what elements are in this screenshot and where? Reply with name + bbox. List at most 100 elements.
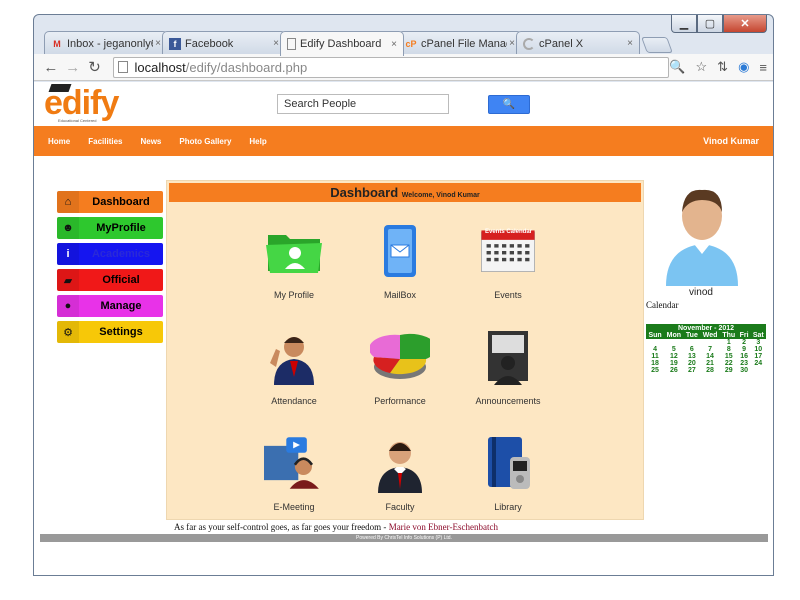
search-input[interactable]: Search People: [277, 94, 449, 114]
menu-item-photo-gallery[interactable]: Photo Gallery: [179, 137, 231, 146]
calendar-day[interactable]: 18: [646, 360, 664, 367]
calendar-week: 11 12 13 14 15 16 17: [646, 353, 766, 360]
browser-toolbar: ← → ↻ localhost/edify/dashboard.php 🔍 ☆ …: [34, 54, 773, 81]
tile-events[interactable]: Events Calendar Events: [463, 221, 553, 300]
tab-close-icon[interactable]: ×: [391, 39, 397, 50]
quote-text: As far as your self-control goes, as far…: [174, 522, 389, 532]
edify-logo[interactable]: edify Educational Centered: [44, 84, 119, 123]
calendar-day[interactable]: 22: [720, 360, 738, 367]
library-icon: [488, 437, 530, 489]
sidebar-item-manage[interactable]: ● Manage: [57, 295, 163, 317]
tile-performance[interactable]: Performance: [355, 327, 445, 406]
events-calendar-sublabel: Events Calendar: [485, 229, 533, 235]
menu-item-home[interactable]: Home: [48, 137, 70, 146]
calendar-day[interactable]: 27: [684, 367, 701, 374]
calendar-day[interactable]: 21: [700, 360, 720, 367]
tab-facebook[interactable]: f Facebook ×: [162, 31, 286, 55]
sidebar-item-settings[interactable]: ⚙ Settings: [57, 321, 163, 343]
minimize-icon[interactable]: ▁: [671, 15, 697, 33]
close-window-icon[interactable]: ✕: [723, 15, 767, 33]
main-menu: Home Facilities News Photo Gallery Help …: [34, 126, 773, 156]
sidebar-item-label: Settings: [99, 326, 143, 338]
tile-library[interactable]: Library: [463, 433, 553, 512]
sync-icon[interactable]: ◉: [738, 59, 749, 75]
calendar-day[interactable]: 4: [646, 346, 664, 353]
calendar-month[interactable]: November - 2012: [646, 324, 766, 332]
calendar-day[interactable]: 1: [720, 339, 738, 346]
calendar-day[interactable]: 3: [751, 339, 766, 346]
calendar-day[interactable]: 2: [738, 339, 751, 346]
e-meeting-icon: [264, 437, 319, 489]
calendar-day[interactable]: [646, 339, 664, 346]
quote-author: Marie von Ebner-Eschenbatch: [388, 522, 498, 532]
tab-close-icon[interactable]: ×: [509, 38, 515, 49]
tab-cpanel-file-manager[interactable]: cP cPanel File Manag ×: [398, 31, 522, 55]
menu-item-news[interactable]: News: [140, 137, 161, 146]
menu-icon[interactable]: ≡: [759, 60, 767, 75]
tile-attendance[interactable]: Attendance: [249, 327, 339, 406]
sidebar-item-academics[interactable]: i Academics: [57, 243, 163, 265]
calendar-day[interactable]: 20: [684, 360, 701, 367]
maximize-icon[interactable]: ▢: [697, 15, 723, 33]
calendar-day[interactable]: 13: [684, 353, 701, 360]
calendar-day[interactable]: 5: [664, 346, 683, 353]
zoom-icon[interactable]: 🔍: [669, 59, 685, 75]
menu-item-help[interactable]: Help: [249, 137, 266, 146]
calendar-day[interactable]: 30: [738, 367, 751, 374]
forward-icon[interactable]: →: [62, 59, 84, 76]
calendar-day[interactable]: 6: [684, 346, 701, 353]
calendar-day[interactable]: 29: [720, 367, 738, 374]
profile-name: vinod: [689, 287, 713, 298]
calendar-day[interactable]: [684, 339, 701, 346]
calendar-day[interactable]: 17: [751, 353, 766, 360]
weekday: Thu: [719, 332, 738, 339]
tile-my-profile[interactable]: My Profile: [249, 221, 339, 300]
calendar-day[interactable]: 8: [720, 346, 738, 353]
calendar-day[interactable]: 19: [664, 360, 683, 367]
bookmark-star-icon[interactable]: ☆: [696, 59, 708, 75]
sidebar-item-dashboard[interactable]: ⌂ Dashboard: [57, 191, 163, 213]
sidebar-item-official[interactable]: ▰ Official: [57, 269, 163, 291]
tab-title: cPanel X: [539, 37, 584, 50]
tab-title: Inbox - jeganonly6: [67, 37, 154, 50]
tile-announcements[interactable]: Announcements: [463, 327, 553, 406]
search-button[interactable]: 🔍: [488, 95, 530, 114]
tile-e-meeting[interactable]: E-Meeting: [249, 433, 339, 512]
tab-inbox[interactable]: M Inbox - jeganonly6 ×: [44, 31, 168, 55]
calendar-day[interactable]: 12: [664, 353, 683, 360]
address-bar[interactable]: localhost/edify/dashboard.php: [113, 56, 670, 78]
menu-item-facilities[interactable]: Facilities: [88, 137, 122, 146]
calendar-day[interactable]: 10: [751, 346, 766, 353]
tab-close-icon[interactable]: ×: [155, 38, 161, 49]
calendar-day[interactable]: 25: [646, 367, 664, 374]
back-icon[interactable]: ←: [40, 59, 62, 76]
calendar-day[interactable]: [751, 367, 766, 374]
tab-edify-dashboard[interactable]: Edify Dashboard ×: [280, 31, 404, 56]
reload-icon[interactable]: ↻: [84, 58, 106, 76]
calendar-day[interactable]: [700, 339, 720, 346]
calendar-day[interactable]: 23: [738, 360, 751, 367]
tab-cpanel-x[interactable]: cPanel X ×: [516, 31, 640, 55]
calendar-day[interactable]: 14: [700, 353, 720, 360]
cpanel-icon: cP: [405, 38, 417, 49]
calendar-day[interactable]: [664, 339, 683, 346]
sidebar-item-myprofile[interactable]: ☻ MyProfile: [57, 217, 163, 239]
tab-close-icon[interactable]: ×: [273, 38, 279, 49]
extension-icon[interactable]: ⇅: [717, 59, 728, 75]
tile-mailbox[interactable]: MailBox: [355, 221, 445, 300]
calendar-day[interactable]: 15: [720, 353, 738, 360]
calendar-day[interactable]: 16: [738, 353, 751, 360]
weekday: Tue: [683, 332, 701, 339]
tile-faculty[interactable]: Faculty: [355, 433, 445, 512]
logo-tagline: Educational Centered: [58, 118, 97, 123]
side-menu: ⌂ Dashboard ☻ MyProfile i Academics ▰ Of…: [57, 191, 163, 347]
calendar-day[interactable]: 24: [751, 360, 766, 367]
calendar-day[interactable]: 9: [738, 346, 751, 353]
user-name[interactable]: Vinod Kumar: [703, 136, 759, 146]
calendar-day[interactable]: 28: [700, 367, 720, 374]
calendar-day[interactable]: 26: [664, 367, 683, 374]
tab-close-icon[interactable]: ×: [627, 38, 633, 49]
new-tab-button[interactable]: [641, 37, 673, 53]
calendar-day[interactable]: 7: [700, 346, 720, 353]
calendar-day[interactable]: 11: [646, 353, 664, 360]
